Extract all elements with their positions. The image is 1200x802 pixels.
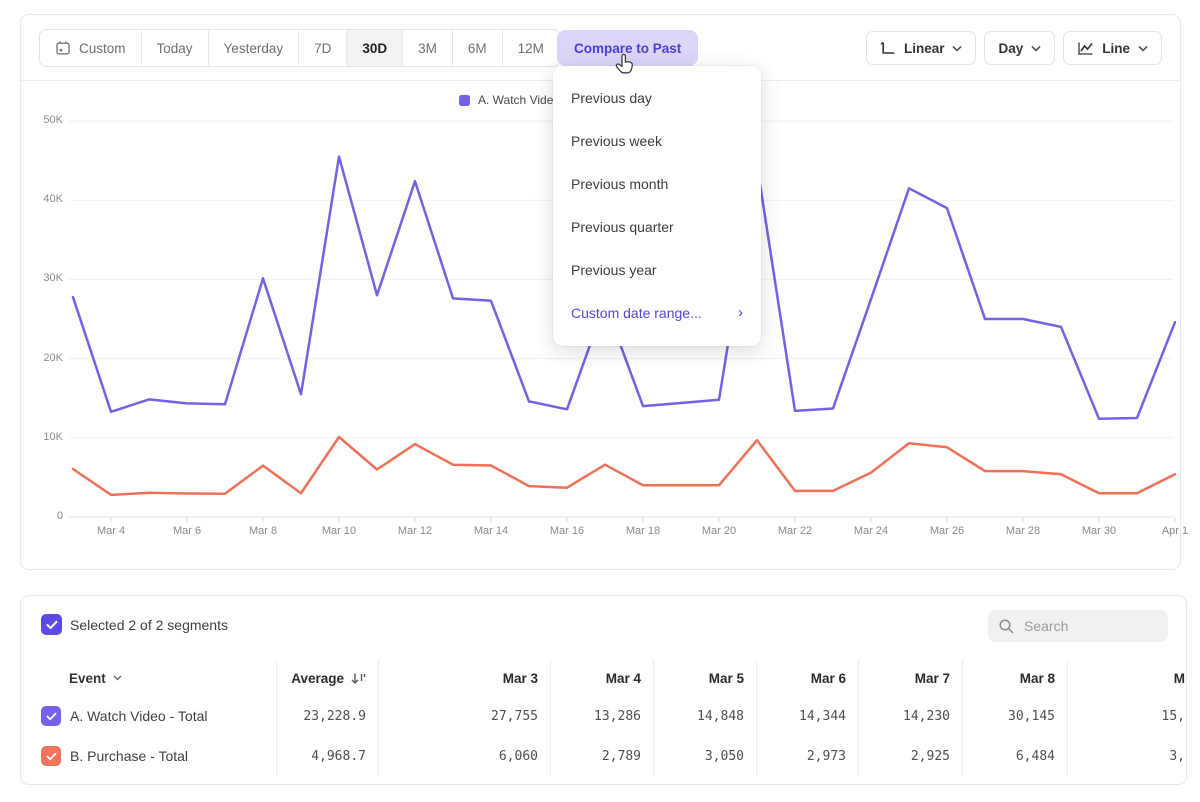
x-axis-tick: Mar 14 — [453, 525, 529, 537]
menu-item-previous-week[interactable]: Previous week — [553, 119, 761, 162]
cell-value: 3,050 — [653, 736, 756, 776]
chart-type-dropdown[interactable]: Line — [1063, 31, 1162, 65]
compare-menu: Previous day Previous week Previous mont… — [553, 66, 761, 346]
check-icon — [46, 712, 57, 721]
menu-item-custom-date-range[interactable]: Custom date range... › — [553, 291, 761, 334]
date-range-picker: Custom Today Yesterday 7D 30D 3M 6M 12M — [39, 29, 560, 67]
chart-legend: A. Watch Vide — [459, 93, 553, 107]
table-row-purchase[interactable]: B. Purchase - Total — [41, 736, 276, 776]
cell-value: 6,484 — [962, 736, 1067, 776]
select-all-checkbox[interactable] — [41, 614, 62, 635]
chevron-down-icon — [1031, 45, 1041, 52]
segments-card: Selected 2 of 2 segments Event Average M… — [20, 595, 1187, 785]
x-axis-tick: Apr 1 — [1137, 525, 1200, 537]
legend-label: A. Watch Vide — [478, 93, 553, 107]
x-axis-tick: Mar 20 — [681, 525, 757, 537]
x-axis-tick: Mar 22 — [757, 525, 833, 537]
x-axis-tick: Mar 28 — [985, 525, 1061, 537]
date-column-header: Mar 8 — [962, 660, 1067, 696]
scale-dropdown[interactable]: Linear — [866, 31, 977, 65]
date-column-header: M — [1067, 660, 1187, 696]
cell-average: 4,968.7 — [276, 736, 378, 776]
series-b-label: B. Purchase - Total — [70, 748, 188, 764]
cell-value: 2,789 — [550, 736, 653, 776]
table-row-watch-video[interactable]: A. Watch Video - Total — [41, 696, 276, 736]
date-range-3m[interactable]: 3M — [402, 30, 452, 66]
cell-value: 2,973 — [756, 736, 858, 776]
y-axis-tick: 40K — [29, 193, 63, 205]
date-range-30d[interactable]: 30D — [346, 30, 402, 66]
chevron-down-icon — [952, 45, 962, 52]
sort-descending-icon — [351, 672, 366, 685]
y-axis-tick: 10K — [29, 431, 63, 443]
cell-value: 30,145 — [962, 696, 1067, 736]
date-range-12m[interactable]: 12M — [502, 30, 559, 66]
menu-item-previous-month[interactable]: Previous month — [553, 162, 761, 205]
date-column-header: Mar 5 — [653, 660, 756, 696]
event-column-header[interactable]: Event — [41, 660, 276, 696]
average-column-header[interactable]: Average — [276, 660, 378, 696]
cell-value: 14,230 — [858, 696, 962, 736]
chevron-right-icon: › — [738, 304, 743, 321]
cell-value: 14,344 — [756, 696, 858, 736]
date-column-header: Mar 3 — [378, 660, 550, 696]
date-range-yesterday[interactable]: Yesterday — [208, 30, 299, 66]
x-axis-tick: Mar 24 — [833, 525, 909, 537]
date-range-7d[interactable]: 7D — [298, 30, 346, 66]
x-axis-tick: Mar 18 — [605, 525, 681, 537]
legend-swatch — [459, 95, 470, 106]
search-box — [988, 610, 1168, 642]
selected-segments-text: Selected 2 of 2 segments — [70, 617, 228, 633]
x-axis-tick: Mar 10 — [301, 525, 377, 537]
segments-table: Event Average Mar 3 Mar 4 Mar 5 Mar 6 Ma… — [41, 660, 1187, 776]
x-axis-tick: Mar 12 — [377, 525, 453, 537]
hand-cursor-icon — [613, 52, 635, 76]
y-axis-tick: 30K — [29, 272, 63, 284]
date-range-custom[interactable]: Custom — [40, 30, 141, 66]
calendar-icon — [55, 40, 71, 56]
date-column-header: Mar 7 — [858, 660, 962, 696]
x-axis-tick: Mar 30 — [1061, 525, 1137, 537]
series-b-checkbox[interactable] — [41, 746, 61, 766]
x-axis-tick: Mar 26 — [909, 525, 985, 537]
date-range-today[interactable]: Today — [141, 30, 208, 66]
x-axis-tick: Mar 4 — [73, 525, 149, 537]
toolbar-right: Linear Day Line — [866, 31, 1162, 65]
granularity-dropdown[interactable]: Day — [984, 31, 1055, 65]
cell-average: 23,228.9 — [276, 696, 378, 736]
linear-axis-icon — [880, 41, 896, 56]
search-icon — [998, 618, 1015, 635]
cell-value: 27,755 — [378, 696, 550, 736]
menu-item-previous-quarter[interactable]: Previous quarter — [553, 205, 761, 248]
app: Custom Today Yesterday 7D 30D 3M 6M 12M … — [0, 0, 1200, 802]
search-input[interactable] — [1024, 618, 1144, 634]
check-icon — [46, 752, 57, 761]
cell-value: 15, — [1067, 696, 1187, 736]
cell-value: 6,060 — [378, 736, 550, 776]
cell-value: 2,925 — [858, 736, 962, 776]
y-axis-tick: 20K — [29, 352, 63, 364]
x-axis-tick: Mar 16 — [529, 525, 605, 537]
series-a-checkbox[interactable] — [41, 706, 61, 726]
date-column-header: Mar 6 — [756, 660, 858, 696]
date-range-6m[interactable]: 6M — [452, 30, 502, 66]
cell-value: 3, — [1067, 736, 1187, 776]
x-axis-tick: Mar 8 — [225, 525, 301, 537]
y-axis-tick: 50K — [29, 114, 63, 126]
date-range-label: Custom — [79, 41, 126, 56]
date-column-header: Mar 4 — [550, 660, 653, 696]
series-a-label: A. Watch Video - Total — [70, 708, 207, 724]
x-axis-tick: Mar 6 — [149, 525, 225, 537]
segments-bar: Selected 2 of 2 segments — [21, 596, 1186, 654]
cell-value: 13,286 — [550, 696, 653, 736]
menu-item-previous-year[interactable]: Previous year — [553, 248, 761, 291]
check-icon — [46, 620, 58, 630]
line-chart-icon — [1077, 41, 1094, 56]
y-axis-tick: 0 — [29, 510, 63, 522]
cell-value: 14,848 — [653, 696, 756, 736]
chevron-down-icon — [1138, 45, 1148, 52]
chevron-down-icon — [113, 675, 122, 681]
menu-item-previous-day[interactable]: Previous day — [553, 76, 761, 119]
